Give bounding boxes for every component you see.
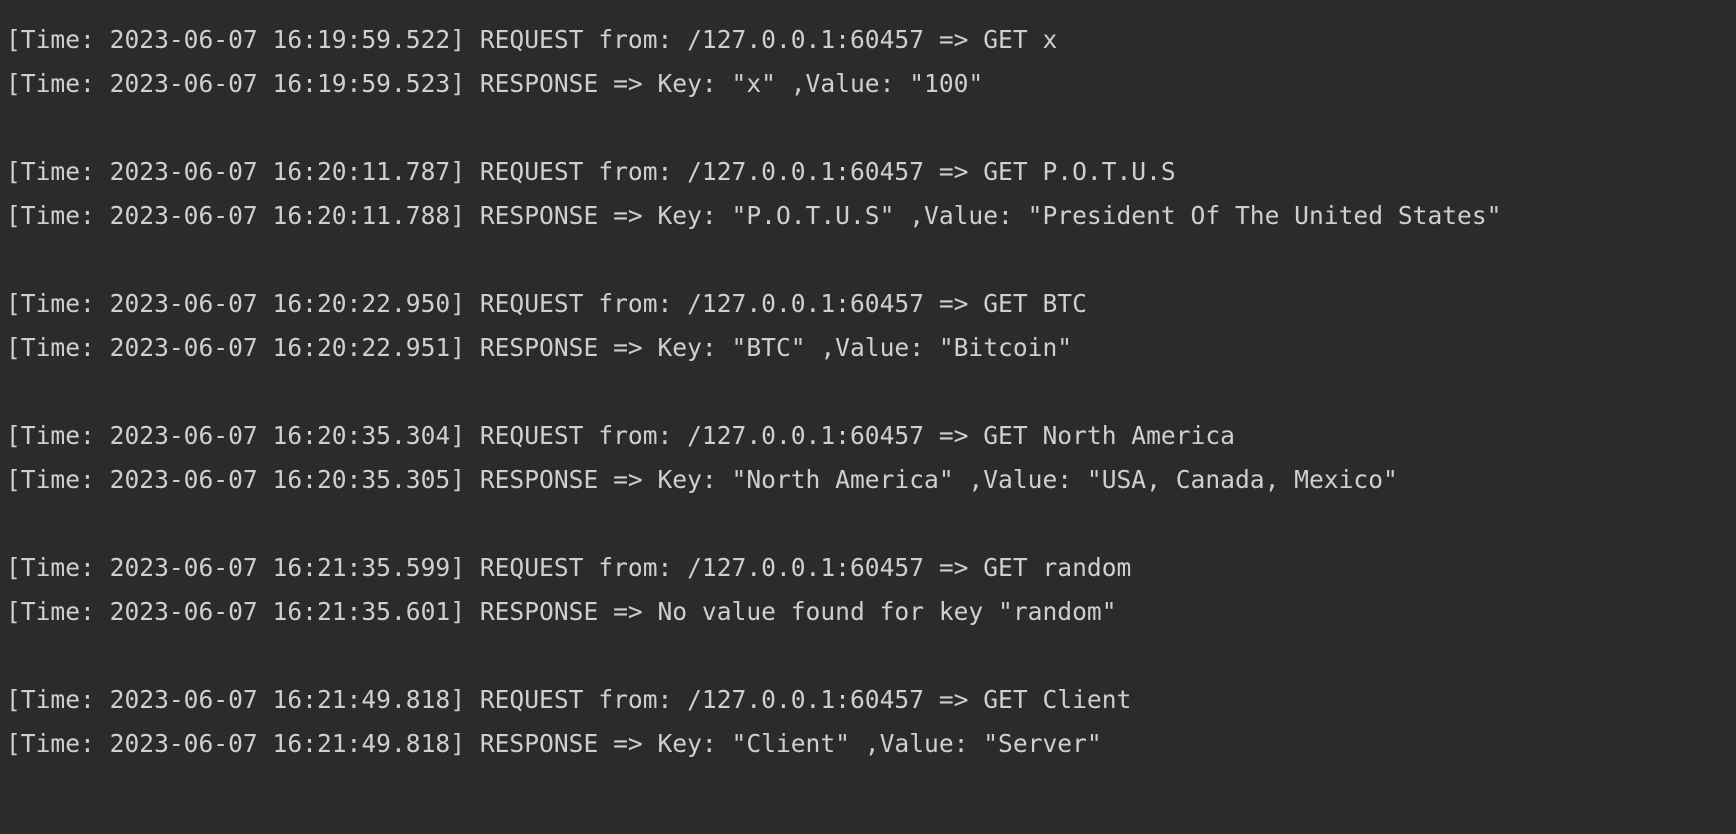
log-entry: [Time: 2023-06-07 16:21:49.818] REQUEST …	[6, 678, 1736, 766]
response-log-line: [Time: 2023-06-07 16:21:49.818] RESPONSE…	[6, 729, 1102, 758]
response-log-line: [Time: 2023-06-07 16:20:22.951] RESPONSE…	[6, 333, 1073, 362]
response-log-line: [Time: 2023-06-07 16:20:11.788] RESPONSE…	[6, 201, 1502, 230]
response-log-line: [Time: 2023-06-07 16:19:59.523] RESPONSE…	[6, 69, 984, 98]
response-log-line: [Time: 2023-06-07 16:20:35.305] RESPONSE…	[6, 465, 1398, 494]
response-log-line: [Time: 2023-06-07 16:21:35.601] RESPONSE…	[6, 597, 1117, 626]
console-output[interactable]: [Time: 2023-06-07 16:19:59.522] REQUEST …	[0, 0, 1736, 834]
log-entry: [Time: 2023-06-07 16:20:22.950] REQUEST …	[6, 282, 1736, 370]
log-entry: [Time: 2023-06-07 16:21:35.599] REQUEST …	[6, 546, 1736, 634]
request-log-line: [Time: 2023-06-07 16:20:35.304] REQUEST …	[6, 421, 1235, 450]
log-entry: [Time: 2023-06-07 16:20:11.787] REQUEST …	[6, 150, 1736, 238]
request-log-line: [Time: 2023-06-07 16:19:59.522] REQUEST …	[6, 25, 1058, 54]
log-entry: [Time: 2023-06-07 16:20:35.304] REQUEST …	[6, 414, 1736, 502]
request-log-line: [Time: 2023-06-07 16:20:22.950] REQUEST …	[6, 289, 1087, 318]
request-log-line: [Time: 2023-06-07 16:21:49.818] REQUEST …	[6, 685, 1132, 714]
request-log-line: [Time: 2023-06-07 16:21:35.599] REQUEST …	[6, 553, 1132, 582]
log-entry: [Time: 2023-06-07 16:19:59.522] REQUEST …	[6, 18, 1736, 106]
request-log-line: [Time: 2023-06-07 16:20:11.787] REQUEST …	[6, 157, 1176, 186]
